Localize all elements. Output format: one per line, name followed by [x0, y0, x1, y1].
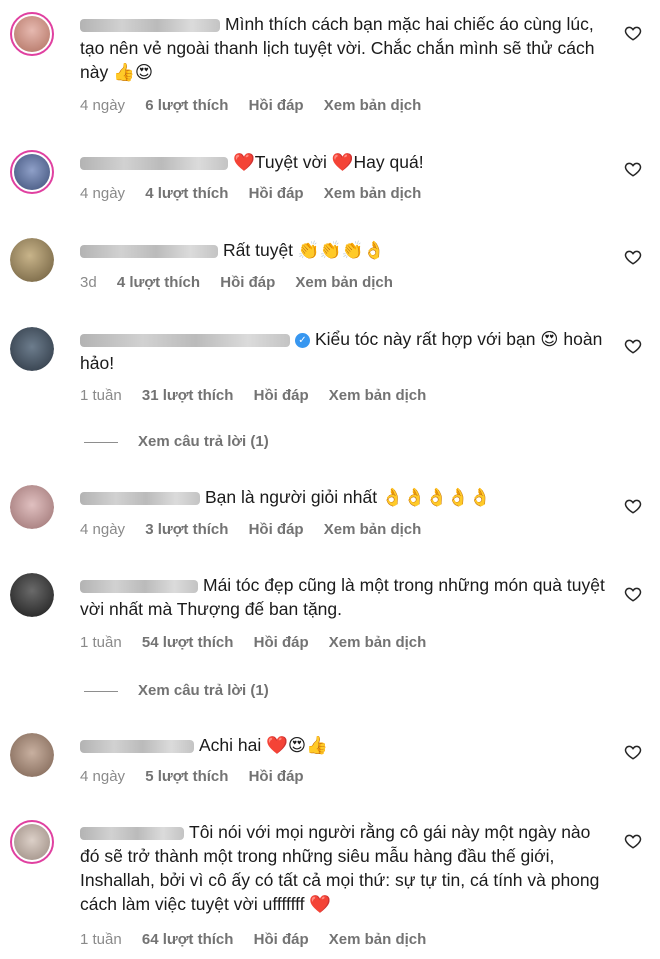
- avatar[interactable]: [10, 238, 54, 282]
- translate-button[interactable]: Xem bản dịch: [324, 521, 422, 538]
- comment-body: Mình thích cách bạn mặc hai chiếc áo cùn…: [80, 12, 608, 84]
- likes-count[interactable]: 5 lượt thích: [145, 768, 228, 785]
- like-heart-icon[interactable]: [624, 24, 642, 42]
- comment-meta: 4 ngày 4 lượt thích Hồi đáp Xem bản dịch: [80, 185, 437, 202]
- comment-body: Tôi nói với mọi người rằng cô gái này mộ…: [80, 820, 608, 916]
- comment-body: Rất tuyệt 👏👏👏👌: [80, 238, 608, 262]
- likes-count[interactable]: 31 lượt thích: [142, 387, 234, 404]
- translate-button[interactable]: Xem bản dịch: [329, 634, 427, 651]
- avatar[interactable]: [10, 12, 54, 56]
- comment-text: Achi hai ❤️😍👍: [199, 735, 328, 755]
- comment-time: 4 ngày: [80, 185, 126, 202]
- avatar[interactable]: [10, 573, 54, 617]
- like-heart-icon[interactable]: [624, 585, 642, 603]
- like-heart-icon[interactable]: [624, 497, 642, 515]
- reply-button[interactable]: Hồi đáp: [254, 387, 309, 404]
- likes-count[interactable]: 6 lượt thích: [145, 97, 228, 114]
- comment-time: 4 ngày: [80, 768, 126, 785]
- comment-meta: 4 ngày 5 lượt thích Hồi đáp: [80, 768, 320, 785]
- username-blurred[interactable]: [80, 579, 198, 593]
- likes-count[interactable]: 4 lượt thích: [117, 274, 200, 291]
- translate-button[interactable]: Xem bản dịch: [324, 185, 422, 202]
- like-heart-icon[interactable]: [624, 743, 642, 761]
- comment-time: 1 tuần: [80, 931, 122, 948]
- avatar[interactable]: [10, 485, 54, 529]
- avatar[interactable]: [10, 327, 54, 371]
- username-blurred[interactable]: [80, 244, 218, 258]
- comment-time: 1 tuần: [80, 387, 122, 404]
- view-replies-button[interactable]: Xem câu trả lời (1): [84, 682, 269, 699]
- reply-button[interactable]: Hồi đáp: [249, 521, 304, 538]
- reply-button[interactable]: Hồi đáp: [254, 634, 309, 651]
- comment-body: ✓ Kiểu tóc này rất hợp với bạn 😍 hoàn hảo…: [80, 327, 608, 375]
- comment-body: Bạn là người giỏi nhất 👌👌👌👌👌: [80, 485, 608, 509]
- like-heart-icon[interactable]: [624, 248, 642, 266]
- comment-meta: 1 tuần 54 lượt thích Hồi đáp Xem bản dịc…: [80, 634, 442, 651]
- comment-text: Rất tuyệt 👏👏👏👌: [223, 240, 386, 260]
- likes-count[interactable]: 4 lượt thích: [145, 185, 228, 202]
- reply-button[interactable]: Hồi đáp: [254, 931, 309, 948]
- comment-meta: 4 ngày 3 lượt thích Hồi đáp Xem bản dịch: [80, 521, 437, 538]
- view-replies-label: Xem câu trả lời (1): [138, 433, 269, 450]
- view-replies-button[interactable]: Xem câu trả lời (1): [84, 433, 269, 450]
- comment-meta: 1 tuần 31 lượt thích Hồi đáp Xem bản dịc…: [80, 387, 442, 404]
- verified-badge-icon: ✓: [295, 332, 310, 348]
- translate-button[interactable]: Xem bản dịch: [329, 931, 427, 948]
- reply-button[interactable]: Hồi đáp: [249, 97, 304, 114]
- comment-meta: 1 tuần 64 lượt thích Hồi đáp Xem bản dịc…: [80, 931, 442, 948]
- avatar[interactable]: [10, 150, 54, 194]
- comment-body: Achi hai ❤️😍👍: [80, 733, 608, 757]
- translate-button[interactable]: Xem bản dịch: [329, 387, 427, 404]
- comment-meta: 4 ngày 6 lượt thích Hồi đáp Xem bản dịch: [80, 97, 437, 114]
- like-heart-icon[interactable]: [624, 337, 642, 355]
- comment-time: 4 ngày: [80, 97, 126, 114]
- likes-count[interactable]: 3 lượt thích: [145, 521, 228, 538]
- username-blurred[interactable]: [80, 491, 200, 505]
- username-blurred[interactable]: [80, 739, 194, 753]
- avatar[interactable]: [10, 820, 54, 864]
- comment-time: 4 ngày: [80, 521, 126, 538]
- view-replies-label: Xem câu trả lời (1): [138, 682, 269, 699]
- comment-text: ❤️Tuyệt vời ❤️Hay quá!: [233, 152, 424, 172]
- likes-count[interactable]: 64 lượt thích: [142, 931, 234, 948]
- comment-body: Mái tóc đẹp cũng là một trong những món …: [80, 573, 608, 621]
- comment-time: 3d: [80, 274, 97, 291]
- likes-count[interactable]: 54 lượt thích: [142, 634, 234, 651]
- translate-button[interactable]: Xem bản dịch: [324, 97, 422, 114]
- translate-button[interactable]: Xem bản dịch: [295, 274, 393, 291]
- comment-body: ❤️Tuyệt vời ❤️Hay quá!: [80, 150, 608, 174]
- divider-line: [84, 690, 118, 692]
- username-blurred[interactable]: [80, 18, 220, 32]
- avatar[interactable]: [10, 733, 54, 777]
- reply-button[interactable]: Hồi đáp: [249, 185, 304, 202]
- like-heart-icon[interactable]: [624, 160, 642, 178]
- reply-button[interactable]: Hồi đáp: [220, 274, 275, 291]
- comment-text: Bạn là người giỏi nhất 👌👌👌👌👌: [205, 487, 491, 507]
- divider-line: [84, 441, 118, 443]
- comment-meta: 3d 4 lượt thích Hồi đáp Xem bản dịch: [80, 274, 409, 291]
- like-heart-icon[interactable]: [624, 832, 642, 850]
- username-blurred[interactable]: [80, 333, 290, 347]
- reply-button[interactable]: Hồi đáp: [249, 768, 304, 785]
- username-blurred[interactable]: [80, 826, 184, 840]
- comment-time: 1 tuần: [80, 634, 122, 651]
- username-blurred[interactable]: [80, 156, 228, 170]
